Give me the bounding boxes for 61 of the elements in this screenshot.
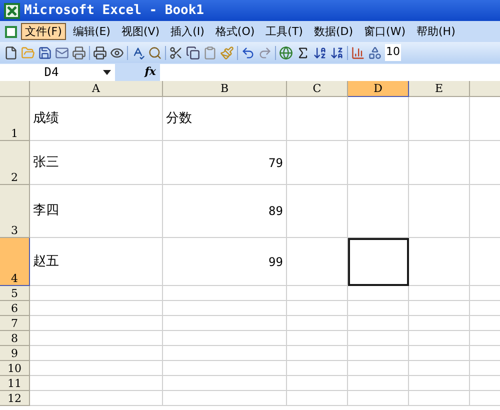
row-header[interactable]: 12 [0, 391, 30, 406]
table-cell[interactable]: 张三 [30, 141, 163, 185]
menu-item[interactable]: 窗口(W) [360, 23, 410, 40]
undo-icon[interactable] [241, 46, 255, 60]
new-file-icon[interactable] [4, 46, 18, 60]
row-header[interactable]: 11 [0, 376, 30, 391]
print-preview-icon[interactable] [110, 46, 124, 60]
menu-item[interactable]: 工具(T) [262, 23, 307, 40]
table-cell[interactable]: 成绩 [30, 97, 163, 141]
workbook-icon [4, 24, 18, 38]
row-header[interactable]: 3 [0, 185, 30, 238]
dropdown-arrow-icon[interactable] [103, 70, 111, 74]
cut-icon[interactable] [169, 46, 183, 60]
row-header[interactable]: 4 [0, 238, 30, 286]
hyperlink-icon[interactable] [279, 46, 293, 60]
sort-ascending-icon[interactable] [313, 46, 327, 60]
row-header[interactable]: 7 [0, 316, 30, 331]
window-title: Microsoft Excel - Book1 [24, 2, 204, 20]
row-header[interactable]: 9 [0, 346, 30, 361]
research-icon[interactable] [148, 46, 162, 60]
spell-check-icon[interactable] [131, 46, 145, 60]
table-cell[interactable]: 赵五 [30, 238, 163, 286]
sort-descending-icon[interactable] [330, 46, 344, 60]
function-icon[interactable]: fx [144, 64, 156, 80]
mail-icon[interactable] [55, 46, 69, 60]
table-cell[interactable]: 79 [163, 141, 287, 185]
menu-item[interactable]: 插入(I) [166, 23, 208, 40]
table-cell[interactable]: 李四 [30, 185, 163, 238]
column-header[interactable]: E [409, 81, 470, 97]
row-header[interactable]: 2 [0, 141, 30, 185]
formula-field[interactable] [160, 64, 500, 80]
row-header[interactable]: 6 [0, 301, 30, 316]
zoom-field[interactable]: 10 [385, 44, 401, 61]
menu-item[interactable]: 编辑(E) [68, 23, 114, 40]
column-header[interactable]: D [348, 81, 409, 97]
menu-item[interactable]: 数据(D) [310, 23, 358, 40]
menu-item[interactable]: 文件(F) [21, 23, 66, 40]
name-box[interactable]: D4 [0, 64, 115, 80]
menu-item[interactable]: 格式(O) [211, 23, 259, 40]
table-cell[interactable]: 分数 [163, 97, 287, 141]
menu-item[interactable]: 视图(V) [117, 23, 164, 40]
chart-icon[interactable] [351, 46, 365, 60]
print-icon[interactable] [93, 46, 107, 60]
row-header[interactable]: 5 [0, 286, 30, 301]
save-icon[interactable] [38, 46, 52, 60]
table-cell[interactable] [348, 238, 409, 286]
column-header[interactable]: A [30, 81, 163, 97]
printer-icon[interactable] [72, 46, 86, 60]
table-cell[interactable]: 99 [163, 238, 287, 286]
table-cell[interactable]: 89 [163, 185, 287, 238]
sum-icon[interactable] [296, 46, 310, 60]
row-header[interactable]: 10 [0, 361, 30, 376]
drawing-icon[interactable] [368, 46, 382, 60]
spreadsheet-icon [4, 2, 20, 18]
row-header[interactable]: 8 [0, 331, 30, 346]
column-header[interactable]: B [163, 81, 287, 97]
redo-icon[interactable] [258, 46, 272, 60]
copy-icon[interactable] [186, 46, 200, 60]
menu-item[interactable]: 帮助(H) [412, 23, 460, 40]
format-painter-icon[interactable] [220, 46, 234, 60]
row-header[interactable]: 1 [0, 97, 30, 141]
